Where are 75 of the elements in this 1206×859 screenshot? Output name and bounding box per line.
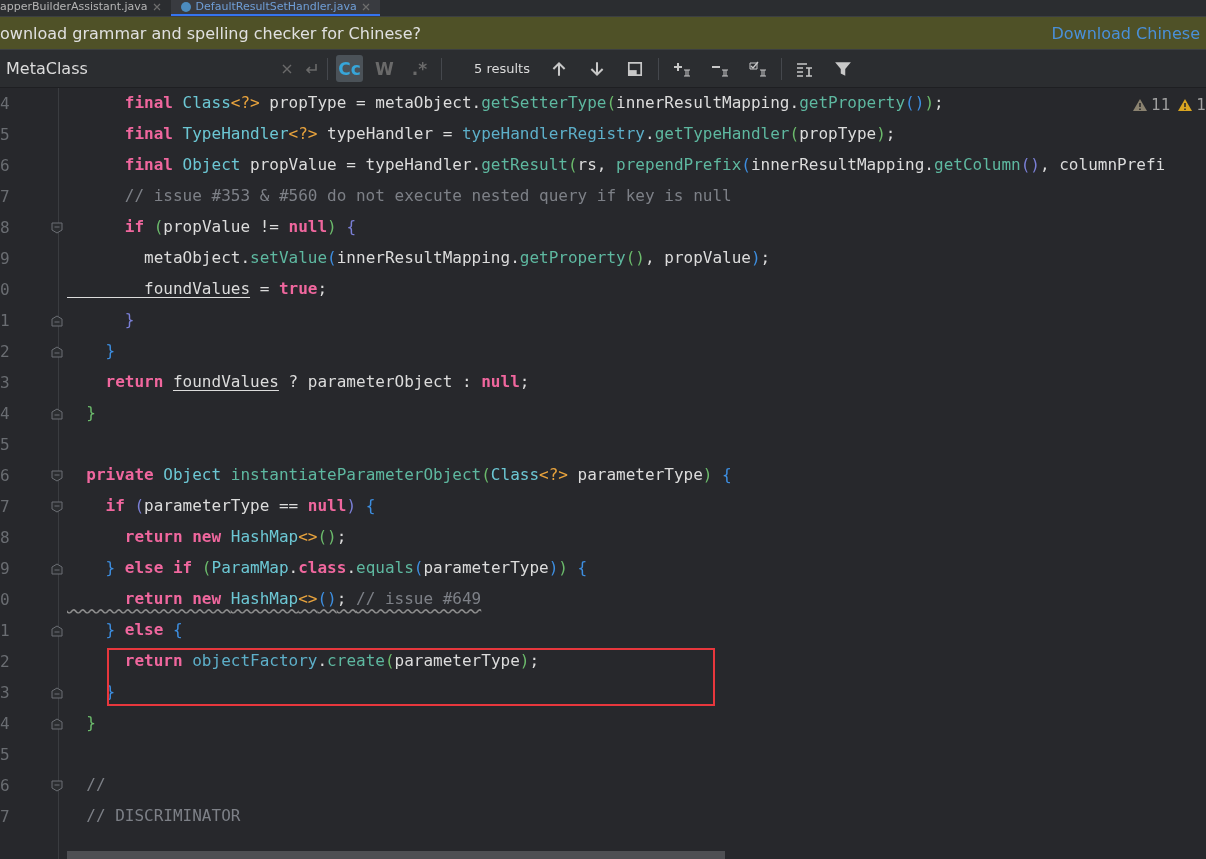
fold-icon[interactable]	[50, 562, 63, 575]
code-line: } else if (ParamMap.class.equals(parameterType)) {	[104, 557, 588, 579]
fold-icon[interactable]	[50, 779, 63, 792]
code-line: }	[104, 340, 116, 362]
line-number: 6	[0, 776, 11, 795]
code-line: }	[85, 712, 96, 734]
code-line: }	[85, 402, 96, 424]
search-option-toggle[interactable]: Cc	[336, 55, 363, 82]
line-number: 3	[0, 373, 11, 392]
line-number: 0	[0, 280, 11, 299]
code-line: } else {	[104, 619, 183, 641]
code-line: final Class<?> propType = metaObject.getSetterType(innerResultMapping.getProperty());	[123, 92, 944, 114]
line-number: 2	[0, 652, 11, 671]
select-all-occurrences-icon[interactable]	[747, 59, 768, 78]
scrollbar-thumb[interactable]	[67, 851, 725, 859]
line-number: 7	[0, 497, 11, 516]
code-line: // issue #353 & #560 do not execute nested query if key is null	[123, 185, 732, 207]
search-option-toggle[interactable]: .*	[406, 55, 433, 82]
line-number: 6	[0, 466, 11, 485]
line-number: 0	[0, 590, 11, 609]
code-line: return new HashMap<>(); // issue #649	[123, 588, 482, 610]
line-number: 1	[0, 311, 11, 330]
line-number: 8	[0, 218, 11, 237]
search-option-toggle[interactable]: W	[371, 55, 398, 82]
code-line: //	[85, 774, 106, 796]
line-number: 6	[0, 156, 11, 175]
search-field[interactable]: MetaClass	[6, 59, 271, 78]
fold-icon[interactable]	[50, 624, 63, 637]
fold-icon[interactable]	[50, 717, 63, 730]
code-line: final Object propValue = typeHandler.getResult(rs, prependPrefix(innerResultMapping.getColumn(), columnPrefi	[123, 154, 1166, 176]
code-line: // DISCRIMINATOR	[85, 805, 241, 827]
results-count: 5 results	[474, 61, 530, 76]
editor-tab[interactable]: apperBuilderAssistant.java	[0, 0, 171, 16]
fold-icon[interactable]	[50, 500, 63, 513]
line-number: 3	[0, 683, 11, 702]
line-number: 5	[0, 125, 11, 144]
fold-icon[interactable]	[50, 221, 63, 234]
line-number: 5	[0, 745, 11, 764]
code-line: return foundValues ? parameterObject : null;	[104, 371, 530, 393]
line-number: 8	[0, 528, 11, 547]
banner-message: ownload grammar and spelling checker for Chinese?	[0, 23, 421, 43]
code-line: return new HashMap<>();	[123, 526, 347, 548]
close-icon[interactable]	[152, 3, 161, 11]
line-number: 4	[0, 94, 11, 113]
fold-icon[interactable]	[50, 407, 63, 420]
line-number: 4	[0, 714, 11, 733]
line-number: 4	[0, 404, 11, 423]
warning-count[interactable]: 1	[1196, 96, 1206, 114]
code-line: metaObject.setValue(innerResultMapping.getProperty(), propValue);	[143, 247, 771, 269]
code-line: final TypeHandler<?> typeHandler = typeHandlerRegistry.getTypeHandler(propType);	[123, 123, 896, 145]
line-number: 7	[0, 807, 11, 826]
line-number: 5	[0, 435, 11, 454]
line-number: 9	[0, 249, 11, 268]
code-line: if (propValue != null) {	[123, 216, 356, 238]
warning-icon[interactable]	[1133, 99, 1148, 111]
close-icon[interactable]	[361, 3, 370, 11]
code-line: }	[123, 309, 135, 331]
code-line: private Object instantiateParameterObject(Class<?> parameterType) {	[85, 464, 732, 486]
editor-tab[interactable]: DefaultResultSetHandler.java	[170, 0, 380, 16]
class-file-icon	[180, 2, 191, 12]
filter-icon[interactable]	[832, 59, 853, 78]
line-number: 7	[0, 187, 11, 206]
line-number: 2	[0, 342, 11, 361]
fold-icon[interactable]	[50, 469, 63, 482]
fold-icon[interactable]	[50, 686, 63, 699]
download-link[interactable]: Download Chinese	[1051, 23, 1206, 43]
code-line: if (parameterType == null) {	[104, 495, 376, 517]
warning-count[interactable]: 11	[1151, 96, 1171, 114]
warning-icon[interactable]	[1178, 99, 1193, 111]
fold-icon[interactable]	[50, 345, 63, 358]
line-number: 1	[0, 621, 11, 640]
code-line: foundValues = true;	[143, 278, 328, 300]
fold-icon[interactable]	[50, 314, 63, 327]
line-number: 9	[0, 559, 11, 578]
code-line: return objectFactory.create(parameterType);	[123, 650, 540, 672]
